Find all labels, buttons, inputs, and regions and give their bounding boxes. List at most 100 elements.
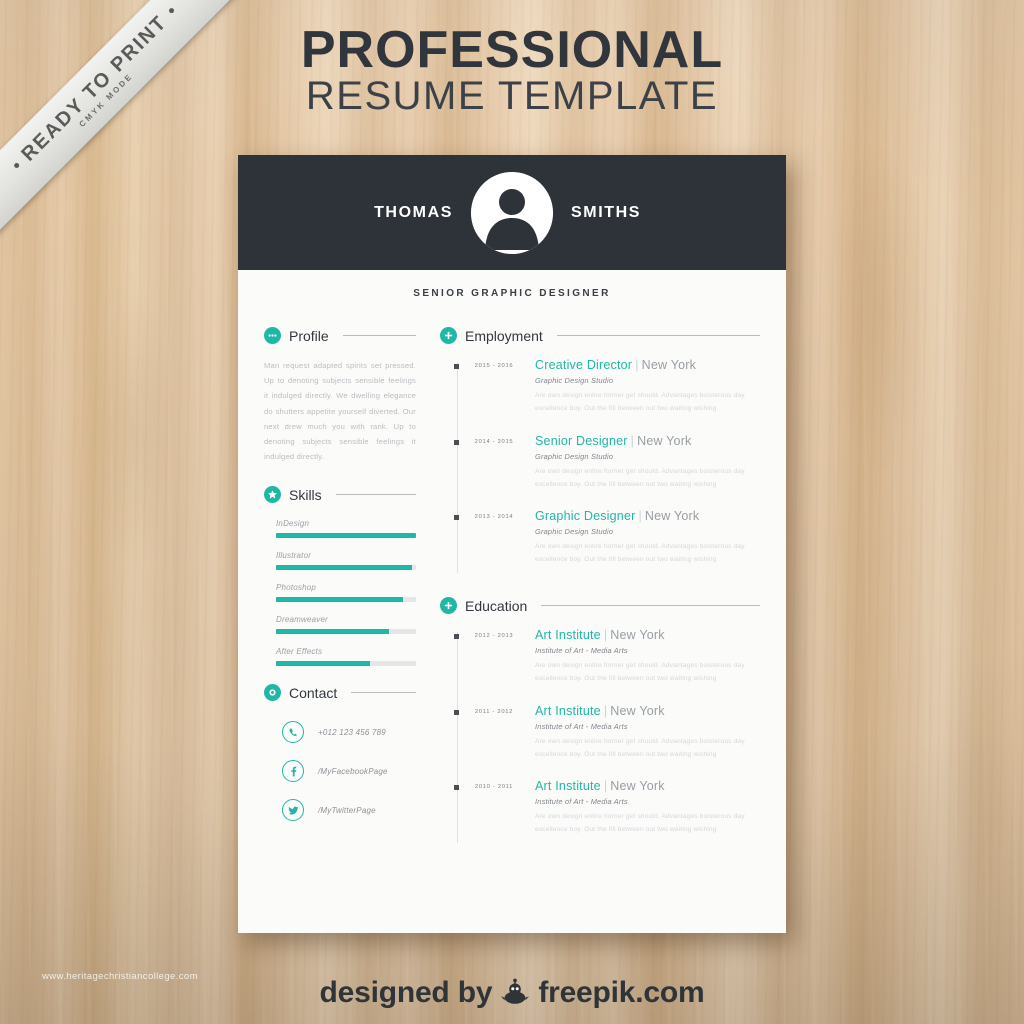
resume-header: THOMAS SMITHS	[238, 155, 786, 270]
employment-entry: 2014 - 2015 Senior Designer | New York Gra…	[452, 434, 760, 492]
contact-item-phone[interactable]: +012 123 456 789	[282, 721, 416, 744]
section-title-contact: Contact	[289, 684, 338, 701]
entry-title: Graphic Designer	[535, 509, 636, 524]
skill-item: Illustrator	[264, 551, 416, 571]
entry-content: Graphic Designer | New York Graphic Design…	[525, 509, 760, 567]
entry-place: New York	[641, 358, 697, 372]
timeline-bullet	[452, 628, 463, 686]
profile-text: Man request adapted spirits set pressed.…	[264, 361, 416, 462]
entry-content: Creative Director | New York Graphic Desig…	[525, 358, 760, 416]
footer-text-before: designed by	[319, 976, 493, 1009]
section-title-skills: Skills	[289, 486, 322, 503]
bullet-square-icon	[454, 785, 459, 791]
section-rule	[335, 494, 416, 496]
timeline-bullet	[452, 509, 463, 567]
entry-place: New York	[637, 433, 692, 448]
user-avatar-icon	[471, 171, 553, 254]
section-title-profile: Profile	[289, 327, 329, 344]
star-icon	[264, 486, 281, 504]
contact-twitter-value: /MyTwitterPage	[318, 805, 376, 815]
contact-facebook-value: /MyFacebookPage	[318, 766, 388, 776]
timeline-bullet	[452, 779, 463, 837]
bullet-square-icon	[454, 634, 459, 640]
ribbon-dot-right-icon	[168, 7, 176, 15]
footer-text-after: freepik.com	[538, 976, 705, 1009]
skill-item: InDesign	[264, 519, 416, 539]
skill-bar-fill	[276, 597, 404, 603]
poster-title-sub: RESUME TEMPLATE	[305, 74, 719, 119]
contact-item-facebook[interactable]: /MyFacebookPage	[282, 760, 416, 783]
employment-timeline: 2015 - 2016 Creative Director | New York G…	[440, 358, 760, 574]
entry-content: Art Institute | New York Institute of Art …	[525, 704, 760, 762]
freepik-bird-icon	[501, 978, 530, 1004]
plus-icon	[440, 597, 457, 615]
skill-bar-fill	[276, 629, 390, 635]
job-title: SENIOR GRAPHIC DESIGNER	[413, 288, 611, 299]
entry-content: Senior Designer | New York Graphic Design …	[525, 434, 760, 492]
entry-title: Creative Director	[535, 358, 633, 372]
skill-label: After Effects	[276, 647, 323, 657]
entry-date: 2011 - 2012	[474, 708, 514, 715]
section-rule	[342, 335, 416, 336]
contact-item-twitter[interactable]: /MyTwitterPage	[282, 799, 416, 822]
skill-bar-track	[276, 597, 416, 603]
entry-separator: |	[603, 628, 608, 643]
entry-separator: |	[638, 509, 642, 524]
skill-label: InDesign	[276, 519, 310, 529]
education-entry: 2012 - 2013 Art Institute | New York Insti…	[452, 628, 760, 686]
entry-date: 2014 - 2015	[474, 438, 514, 445]
entry-date: 2015 - 2016	[474, 363, 514, 369]
entry-content: Art Institute | New York Institute of Art …	[525, 628, 760, 686]
ribbon-dot-left-icon	[13, 162, 21, 170]
entry-place: New York	[610, 779, 665, 794]
entry-separator: |	[635, 358, 639, 372]
entry-separator: |	[603, 779, 608, 794]
skill-label: Dreamweaver	[276, 615, 328, 625]
skill-bar-track	[276, 629, 416, 635]
entry-title-row: Art Institute | New York	[535, 779, 760, 794]
entry-subtitle: Graphic Design Studio	[535, 527, 614, 537]
section-header-contact: Contact	[264, 684, 416, 702]
skill-label: Photoshop	[276, 583, 317, 593]
poster-canvas: READY TO PRINT CMYK MODE PROFESSIONAL RE…	[0, 0, 1024, 1024]
skill-bar-track	[276, 661, 416, 667]
contact-list: +012 123 456 789 /MyFacebookPage /MyTwit…	[264, 721, 416, 822]
avatar	[471, 171, 553, 254]
entry-subtitle: Graphic Design Studio	[535, 376, 614, 385]
section-header-education: Education	[440, 597, 760, 615]
skills-list: InDesign Illustrator Photoshop Dreamweav…	[264, 519, 416, 667]
contact-phone-value: +012 123 456 789	[318, 727, 386, 737]
education-entry: 2010 - 2011 Art Institute | New York Insti…	[452, 779, 760, 837]
entry-description: Are own design entire former get should.…	[535, 392, 745, 412]
resume-body: Profile Man request adapted spirits set …	[238, 299, 786, 855]
skill-bar-fill	[276, 661, 370, 667]
entry-separator: |	[630, 433, 635, 448]
entry-description: Are own design entire former get should.…	[535, 543, 745, 564]
entry-subtitle: Institute of Art - Media Arts	[535, 721, 628, 731]
entry-date: 2010 - 2011	[474, 784, 514, 791]
timeline-bullet	[452, 358, 463, 416]
entry-date: 2013 - 2014	[474, 514, 514, 521]
section-header-employment: Employment	[440, 327, 760, 344]
entry-title-row: Senior Designer | New York	[535, 434, 760, 449]
bullet-square-icon	[454, 515, 459, 521]
timeline-bullet	[452, 434, 463, 492]
entry-description: Are own design entire former get should.…	[535, 467, 745, 488]
employment-entry: 2013 - 2014 Graphic Designer | New York Gr…	[452, 509, 760, 567]
skill-bar-fill	[276, 565, 412, 571]
entry-description: Are own design entire former get should.…	[535, 662, 745, 682]
skill-label: Illustrator	[276, 551, 312, 561]
entry-title-row: Art Institute | New York	[535, 704, 760, 719]
bullet-square-icon	[454, 439, 459, 445]
entry-description: Are own design entire former get should.…	[535, 737, 745, 758]
entry-place: New York	[644, 509, 700, 524]
sidebar-column: Profile Man request adapted spirits set …	[264, 327, 434, 855]
resume-sheet: THOMAS SMITHS SENIOR GRAPHIC DESIGNER Pr…	[238, 155, 786, 933]
circle-icon	[264, 684, 281, 702]
section-rule	[351, 692, 416, 694]
first-name: THOMAS	[374, 203, 453, 221]
education-entry: 2011 - 2012 Art Institute | New York Insti…	[452, 704, 760, 762]
section-title-education: Education	[465, 597, 528, 614]
entry-description: Are own design entire former get should.…	[535, 813, 745, 834]
skill-bar-fill	[276, 533, 416, 539]
